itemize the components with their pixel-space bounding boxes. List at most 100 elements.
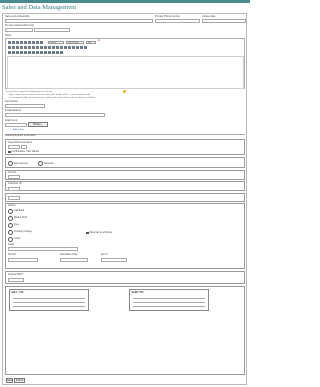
visual-aid-icon[interactable] xyxy=(15,50,20,54)
anchor-icon[interactable] xyxy=(59,45,63,49)
align-right-icon[interactable] xyxy=(31,40,36,44)
paste-word-icon[interactable] xyxy=(23,45,28,49)
save-button[interactable]: Save xyxy=(6,377,13,383)
remove-format-icon[interactable] xyxy=(11,50,16,54)
status-radio-4[interactable] xyxy=(8,237,13,242)
link-icon[interactable] xyxy=(51,45,56,49)
editor-toolbar-row-2 xyxy=(8,45,88,50)
styles-icon[interactable] xyxy=(39,40,44,44)
indent-icon[interactable] xyxy=(39,45,44,49)
confirm-label: Confirmation (Yes/ Wants) xyxy=(11,149,40,153)
align-center-icon[interactable] xyxy=(27,40,32,44)
activity-label: Activity xyxy=(8,204,16,207)
charmap-icon[interactable] xyxy=(27,50,32,54)
referral-checkbox[interactable] xyxy=(86,231,89,235)
new-account-radio[interactable] xyxy=(8,161,13,166)
previous-zip-input[interactable] xyxy=(34,28,70,32)
page-title: Sales and Data Management xyxy=(2,4,77,11)
code-icon[interactable] xyxy=(75,45,79,49)
editor-text-area[interactable] xyxy=(7,55,244,89)
bill-to-box[interactable]: BILL TO: xyxy=(9,289,89,311)
italic-icon[interactable] xyxy=(11,40,16,44)
status-label-3: Pending Change xyxy=(14,230,32,234)
subscript-icon[interactable] xyxy=(19,50,24,54)
backcolor-icon[interactable] xyxy=(83,45,87,49)
customer-id-box: Customer ID xyxy=(5,181,245,191)
name-input[interactable] xyxy=(5,19,153,23)
blank-input[interactable] xyxy=(8,196,20,200)
outdent-icon[interactable] xyxy=(35,45,40,49)
attachment-path-input[interactable] xyxy=(5,122,27,127)
unlink-icon[interactable] xyxy=(55,45,59,49)
ship-line-3 xyxy=(133,306,205,307)
cleanup-icon[interactable] xyxy=(67,45,71,49)
cell-props-icon[interactable] xyxy=(47,50,52,54)
bold-icon[interactable] xyxy=(8,40,12,44)
insert-row-icon[interactable] xyxy=(51,50,56,54)
image-icon[interactable] xyxy=(63,45,67,49)
status-label-0: Call Back xyxy=(14,209,25,213)
font-family-select[interactable]: Font Family xyxy=(66,40,84,45)
forecolor-icon[interactable] xyxy=(79,45,83,49)
interest-input[interactable] xyxy=(8,277,24,282)
confirm-checkbox[interactable] xyxy=(8,150,11,154)
hr-icon[interactable] xyxy=(8,50,12,54)
fullscreen-icon[interactable] xyxy=(59,50,63,54)
renewal-radio[interactable] xyxy=(38,161,43,166)
renewal-label: Renewal xyxy=(44,161,54,165)
contact-date-input[interactable] xyxy=(202,19,246,23)
justify-icon[interactable] xyxy=(35,40,40,44)
table-icon[interactable] xyxy=(39,50,44,54)
delete-row-icon[interactable] xyxy=(55,50,59,54)
previous-address-input[interactable] xyxy=(5,28,33,32)
superscript-icon[interactable] xyxy=(23,50,28,54)
email-input[interactable] xyxy=(5,113,105,117)
phone-input[interactable] xyxy=(155,19,200,23)
product-label: Product xyxy=(8,253,17,256)
amount-input[interactable] xyxy=(8,175,20,179)
status-radio-1[interactable] xyxy=(8,216,13,221)
underline-icon[interactable] xyxy=(15,40,20,44)
ship-to-box[interactable]: SHIP TO: xyxy=(129,289,209,311)
interest-label: Interest INFO* xyxy=(8,273,24,276)
submit-button[interactable]: Submit xyxy=(14,377,25,383)
strike-icon[interactable] xyxy=(19,40,24,44)
referral-label: Referrals to a Partner xyxy=(89,230,113,234)
paste-text-icon[interactable] xyxy=(19,45,24,49)
add-item-link[interactable]: Add an Item xyxy=(13,129,24,131)
business-box: Select Business Name Confirmation (Yes/ … xyxy=(5,139,245,155)
product-input[interactable] xyxy=(8,257,38,262)
sales-date-input[interactable] xyxy=(60,257,88,262)
bullet-list-icon[interactable] xyxy=(27,45,32,49)
customer-id-input[interactable] xyxy=(8,186,20,191)
help-icon[interactable] xyxy=(71,45,75,49)
business-input[interactable] xyxy=(8,144,20,149)
blank-box xyxy=(5,192,245,202)
row-props-icon[interactable] xyxy=(43,50,48,54)
redo-icon[interactable] xyxy=(47,45,52,49)
emotions-icon[interactable] xyxy=(31,50,36,54)
fax-input[interactable] xyxy=(5,103,45,108)
undo-icon[interactable] xyxy=(43,45,48,49)
media-icon[interactable] xyxy=(35,50,40,54)
font-size-select[interactable]: Size xyxy=(86,40,96,45)
amount-box: Amount xyxy=(5,169,245,180)
number-list-icon[interactable] xyxy=(31,45,36,49)
business-select[interactable] xyxy=(21,144,27,149)
text-color-icon[interactable]: A xyxy=(98,40,100,43)
item-number-input[interactable] xyxy=(101,257,127,262)
paste-icon[interactable] xyxy=(15,45,20,49)
item-number-label: Item # xyxy=(101,253,108,256)
cut-icon[interactable] xyxy=(8,45,12,49)
align-left-icon[interactable] xyxy=(23,40,28,44)
browse-button[interactable]: Browse... xyxy=(28,122,48,127)
status-label-2: Free xyxy=(14,223,19,227)
status-radio-3[interactable] xyxy=(8,230,13,235)
status-label-1: Mailed Stuff xyxy=(14,216,27,220)
copy-icon[interactable] xyxy=(11,45,16,49)
addresses-box: BILL TO: SHIP TO: xyxy=(5,286,245,375)
status-radio-0[interactable] xyxy=(8,209,13,214)
format-select[interactable]: Format xyxy=(48,40,64,45)
extra-notes-input[interactable] xyxy=(8,247,78,251)
status-radio-2[interactable] xyxy=(8,223,13,228)
